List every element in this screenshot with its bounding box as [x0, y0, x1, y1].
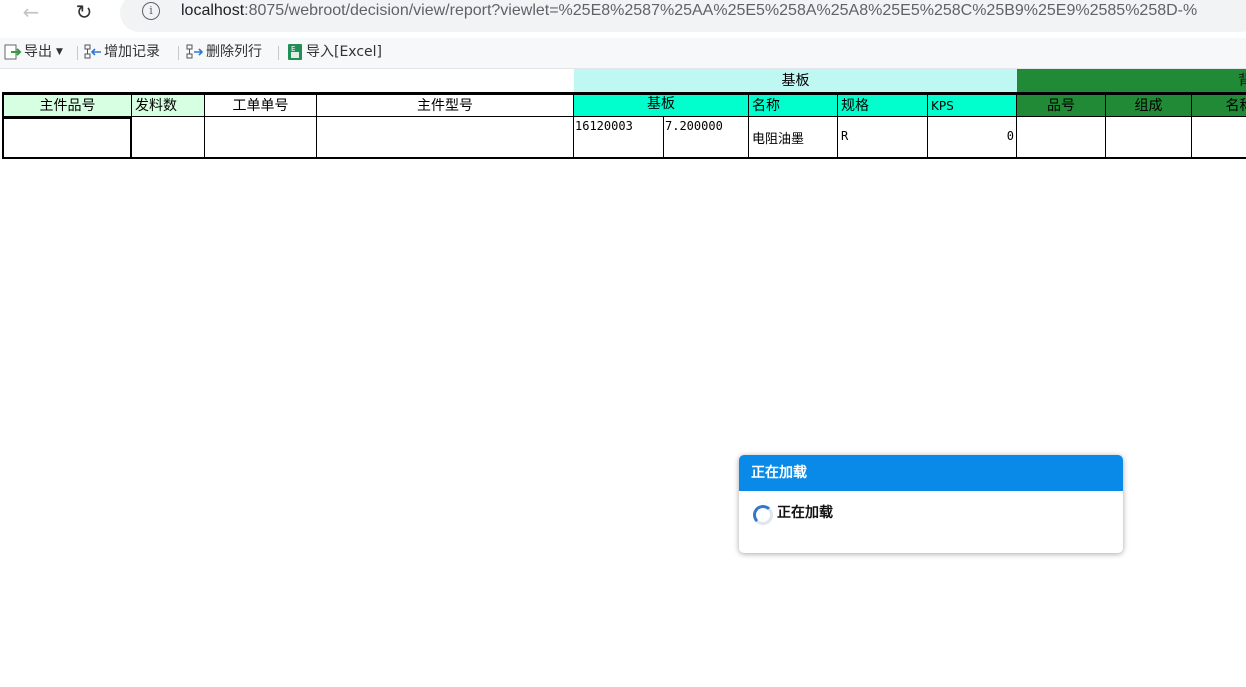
loading-dialog-body: 正在加载: [739, 491, 1123, 553]
url-path: :8075/webroot/decision/view/report?viewl…: [244, 2, 1198, 19]
cell-name[interactable]: 电阻油墨: [749, 117, 838, 159]
cell-spec[interactable]: R: [838, 117, 928, 159]
cell-substrate-code[interactable]: 16120003: [574, 117, 664, 159]
cell-back-part-no[interactable]: [1017, 117, 1106, 159]
loading-dialog: 正在加载 正在加载: [739, 455, 1123, 553]
chevron-down-icon: ▼: [56, 47, 63, 57]
group-header-back: 背: [1017, 69, 1246, 93]
excel-icon: E: [286, 43, 304, 61]
col-back-composition: 组成: [1106, 95, 1192, 117]
export-icon: [4, 43, 22, 61]
cell-main-part-no[interactable]: [2, 117, 132, 159]
export-label: 导出: [24, 44, 52, 60]
loading-dialog-title: 正在加载: [739, 455, 1123, 491]
add-record-label: 增加记录: [104, 44, 160, 60]
cell-back-name[interactable]: [1192, 117, 1246, 159]
toolbar-divider: [178, 46, 179, 60]
cell-back-composition[interactable]: [1106, 117, 1192, 159]
col-kps: KPS: [928, 95, 1017, 117]
col-main-model: 主件型号: [317, 95, 574, 117]
loading-spinner-icon: [753, 505, 773, 525]
loading-message: 正在加载: [777, 505, 833, 521]
import-excel-label: 导入[Excel]: [306, 44, 383, 60]
col-spec: 规格: [838, 95, 928, 117]
cell-work-order-no[interactable]: [205, 117, 317, 159]
export-button[interactable]: 导出 ▼: [4, 41, 63, 63]
col-main-part-no: 主件品号: [4, 95, 132, 117]
reload-icon[interactable]: ↻: [73, 2, 95, 24]
site-info-icon[interactable]: i: [142, 2, 160, 20]
col-name: 名称: [749, 95, 838, 117]
group-header-substrate: 基板: [574, 69, 1017, 93]
toolbar-divider: [77, 46, 78, 60]
back-arrow-icon[interactable]: ←: [20, 2, 42, 24]
svg-text:E: E: [291, 45, 295, 53]
toolbar-divider: [278, 46, 279, 60]
col-issue-qty: 发料数: [132, 95, 205, 117]
cell-substrate-qty[interactable]: 7.200000: [664, 117, 749, 159]
delete-row-button[interactable]: 删除列行: [186, 41, 262, 63]
url-host: localhost: [181, 2, 245, 19]
col-back-name: 名称: [1192, 95, 1246, 117]
add-record-button[interactable]: 增加记录: [84, 41, 160, 63]
col-substrate: 基板: [574, 95, 749, 117]
cell-main-model[interactable]: [317, 117, 574, 159]
cell-issue-qty[interactable]: [132, 117, 205, 159]
browser-address-bar: ← ↻ i localhost:8075/webroot/decision/vi…: [0, 0, 1246, 34]
add-record-icon: [84, 43, 102, 61]
col-work-order-no: 工单单号: [205, 95, 317, 117]
url-text[interactable]: localhost:8075/webroot/decision/view/rep…: [181, 2, 1197, 20]
import-excel-button[interactable]: E 导入[Excel]: [286, 41, 382, 63]
col-back-part-no: 品号: [1017, 95, 1106, 117]
cell-kps[interactable]: 0: [928, 117, 1017, 159]
delete-row-icon: [186, 43, 204, 61]
report-toolbar: 导出 ▼ 增加记录 删除列行 E 导入[Excel]: [0, 38, 1246, 69]
delete-row-label: 删除列行: [206, 44, 262, 60]
